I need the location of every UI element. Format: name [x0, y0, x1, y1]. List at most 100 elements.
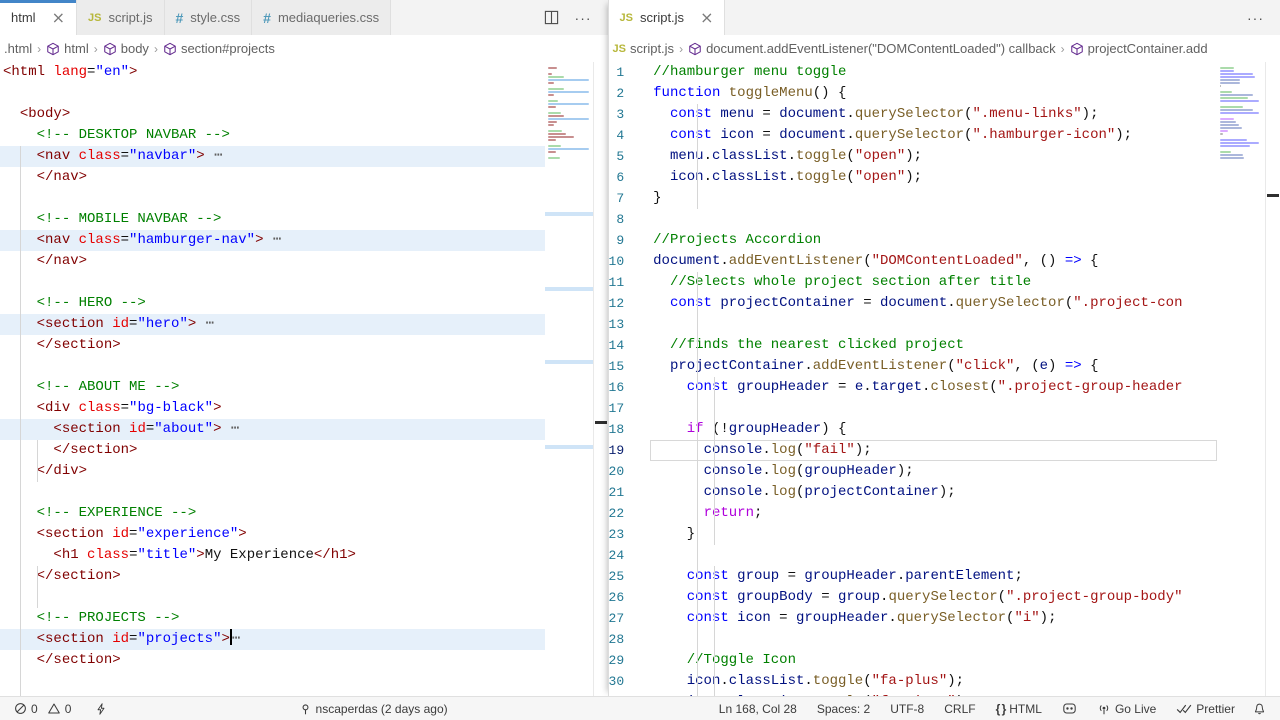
- tab-script-js[interactable]: JSscript.js: [77, 0, 165, 35]
- code-line[interactable]: <nav class="navbar"> ⋯: [0, 146, 545, 167]
- breadcrumb-item[interactable]: section#projects: [163, 41, 275, 56]
- code-line[interactable]: <html lang="en">: [0, 62, 545, 83]
- go-live[interactable]: Go Live: [1091, 702, 1162, 716]
- code-line[interactable]: icon.classList.toggle("fa-minus");: [650, 692, 1217, 696]
- breadcrumb-item[interactable]: body: [103, 41, 149, 56]
- tab-mediaqueries-css[interactable]: #mediaqueries.css: [252, 0, 391, 35]
- code-line[interactable]: console.log(projectContainer);: [650, 482, 1217, 503]
- code-area-html[interactable]: <html lang="en"> <body> <!-- DESKTOP NAV…: [0, 62, 545, 696]
- editor-right[interactable]: 1234567891011121314151617181920212223242…: [609, 62, 1280, 696]
- breadcrumb-item[interactable]: JSscript.js: [613, 41, 675, 56]
- code-line[interactable]: [650, 209, 1217, 230]
- code-line[interactable]: <!-- ABOUT ME -->: [0, 377, 545, 398]
- code-line[interactable]: [0, 83, 545, 104]
- code-line[interactable]: <!-- DESKTOP NAVBAR -->: [0, 125, 545, 146]
- close-icon[interactable]: ×: [700, 10, 713, 26]
- code-line[interactable]: [0, 587, 545, 608]
- code-line[interactable]: menu.classList.toggle("open");: [650, 146, 1217, 167]
- code-line[interactable]: <h1 class="title">My Experience</h1>: [0, 545, 545, 566]
- code-line[interactable]: //Projects Accordion: [650, 230, 1217, 251]
- code-line[interactable]: <!-- MOBILE NAVBAR -->: [0, 209, 545, 230]
- minimap[interactable]: [1217, 62, 1265, 696]
- code-line[interactable]: <nav class="hamburger-nav"> ⋯: [0, 230, 545, 251]
- overview-ruler[interactable]: [593, 62, 608, 696]
- editor-left[interactable]: <html lang="en"> <body> <!-- DESKTOP NAV…: [0, 62, 608, 696]
- code-line[interactable]: [0, 671, 545, 692]
- code-line[interactable]: console.log(groupHeader);: [650, 461, 1217, 482]
- code-line[interactable]: <body>: [0, 104, 545, 125]
- code-line[interactable]: icon.classList.toggle("fa-plus");: [650, 671, 1217, 692]
- code-line[interactable]: <section id="experience">: [0, 524, 545, 545]
- code-line[interactable]: <section id="about"> ⋯: [0, 419, 545, 440]
- code-line[interactable]: <!-- EXPERIENCE -->: [0, 503, 545, 524]
- git-blame[interactable]: nscaperdas (2 days ago): [293, 702, 454, 716]
- breadcrumb-item[interactable]: projectContainer.add: [1070, 41, 1208, 56]
- code-line[interactable]: if (!groupHeader) {: [650, 419, 1217, 440]
- code-line[interactable]: <section id="projects">⋯: [0, 629, 545, 650]
- more-actions-icon[interactable]: ···: [575, 10, 592, 26]
- code-line[interactable]: <!-- CONTACT -->: [0, 692, 545, 696]
- code-line[interactable]: }: [650, 524, 1217, 545]
- notifications[interactable]: [1247, 702, 1272, 716]
- code-line[interactable]: //hamburger menu toggle: [650, 62, 1217, 83]
- code-line[interactable]: const groupBody = group.querySelector(".…: [650, 587, 1217, 608]
- code-line[interactable]: const menu = document.querySelector(".me…: [650, 104, 1217, 125]
- code-area-js[interactable]: //hamburger menu togglefunction toggleMe…: [650, 62, 1217, 696]
- code-line[interactable]: const projectContainer = document.queryS…: [650, 293, 1217, 314]
- code-line[interactable]: [650, 398, 1217, 419]
- code-line[interactable]: projectContainer.addEventListener("click…: [650, 356, 1217, 377]
- close-icon[interactable]: ×: [52, 10, 65, 26]
- code-line[interactable]: //Toggle Icon: [650, 650, 1217, 671]
- code-line[interactable]: </nav>: [0, 167, 545, 188]
- code-line[interactable]: <!-- HERO -->: [0, 293, 545, 314]
- breadcrumb-item[interactable]: html: [46, 41, 89, 56]
- code-line[interactable]: [0, 356, 545, 377]
- eol-sequence[interactable]: CRLF: [938, 702, 981, 716]
- split-editor-icon[interactable]: [544, 10, 559, 25]
- code-line[interactable]: <!-- PROJECTS -->: [0, 608, 545, 629]
- indentation[interactable]: Spaces: 2: [811, 702, 876, 716]
- code-line[interactable]: }: [650, 188, 1217, 209]
- code-line[interactable]: </section>: [0, 335, 545, 356]
- code-line[interactable]: //Selects whole project section after ti…: [650, 272, 1217, 293]
- github-status[interactable]: [1056, 702, 1083, 715]
- code-line[interactable]: function toggleMenu() {: [650, 83, 1217, 104]
- code-line[interactable]: <section id="hero"> ⋯: [0, 314, 545, 335]
- code-line[interactable]: const groupHeader = e.target.closest(".p…: [650, 377, 1217, 398]
- code-line[interactable]: [650, 629, 1217, 650]
- code-line[interactable]: const group = groupHeader.parentElement;: [650, 566, 1217, 587]
- code-line[interactable]: //finds the nearest clicked project: [650, 335, 1217, 356]
- breadcrumb-item[interactable]: document.addEventListener("DOMContentLoa…: [688, 41, 1056, 56]
- code-line[interactable]: const icon = document.querySelector(".ha…: [650, 125, 1217, 146]
- language-mode[interactable]: { } HTML: [990, 702, 1048, 716]
- code-line[interactable]: icon.classList.toggle("open");: [650, 167, 1217, 188]
- power-status[interactable]: [89, 702, 113, 716]
- code-line[interactable]: </section>: [0, 440, 545, 461]
- problems-indicator[interactable]: 0 0: [8, 702, 77, 716]
- tab-script-js[interactable]: JSscript.js×: [609, 0, 726, 35]
- code-line[interactable]: [650, 314, 1217, 335]
- code-line[interactable]: [0, 482, 545, 503]
- code-line[interactable]: </div>: [0, 461, 545, 482]
- overview-ruler[interactable]: [1265, 62, 1280, 696]
- code-line[interactable]: </section>: [0, 566, 545, 587]
- code-line[interactable]: </section>: [0, 650, 545, 671]
- code-line[interactable]: document.addEventListener("DOMContentLoa…: [650, 251, 1217, 272]
- encoding[interactable]: UTF-8: [884, 702, 930, 716]
- minimap[interactable]: [545, 62, 593, 696]
- code-line[interactable]: [0, 272, 545, 293]
- code-line[interactable]: </nav>: [0, 251, 545, 272]
- prettier-status[interactable]: Prettier: [1170, 702, 1241, 716]
- tab-html[interactable]: html×: [0, 0, 77, 35]
- code-line[interactable]: console.log("fail");: [650, 440, 1217, 461]
- code-line[interactable]: const icon = groupHeader.querySelector("…: [650, 608, 1217, 629]
- cursor-position[interactable]: Ln 168, Col 28: [713, 702, 803, 716]
- line-number: 22: [609, 503, 651, 524]
- code-line[interactable]: return;: [650, 503, 1217, 524]
- tab-style-css[interactable]: #style.css: [165, 0, 253, 35]
- code-line[interactable]: [650, 545, 1217, 566]
- code-line[interactable]: [0, 188, 545, 209]
- breadcrumb-item[interactable]: .html: [4, 41, 32, 56]
- code-line[interactable]: <div class="bg-black">: [0, 398, 545, 419]
- more-actions-icon[interactable]: ···: [1247, 10, 1264, 26]
